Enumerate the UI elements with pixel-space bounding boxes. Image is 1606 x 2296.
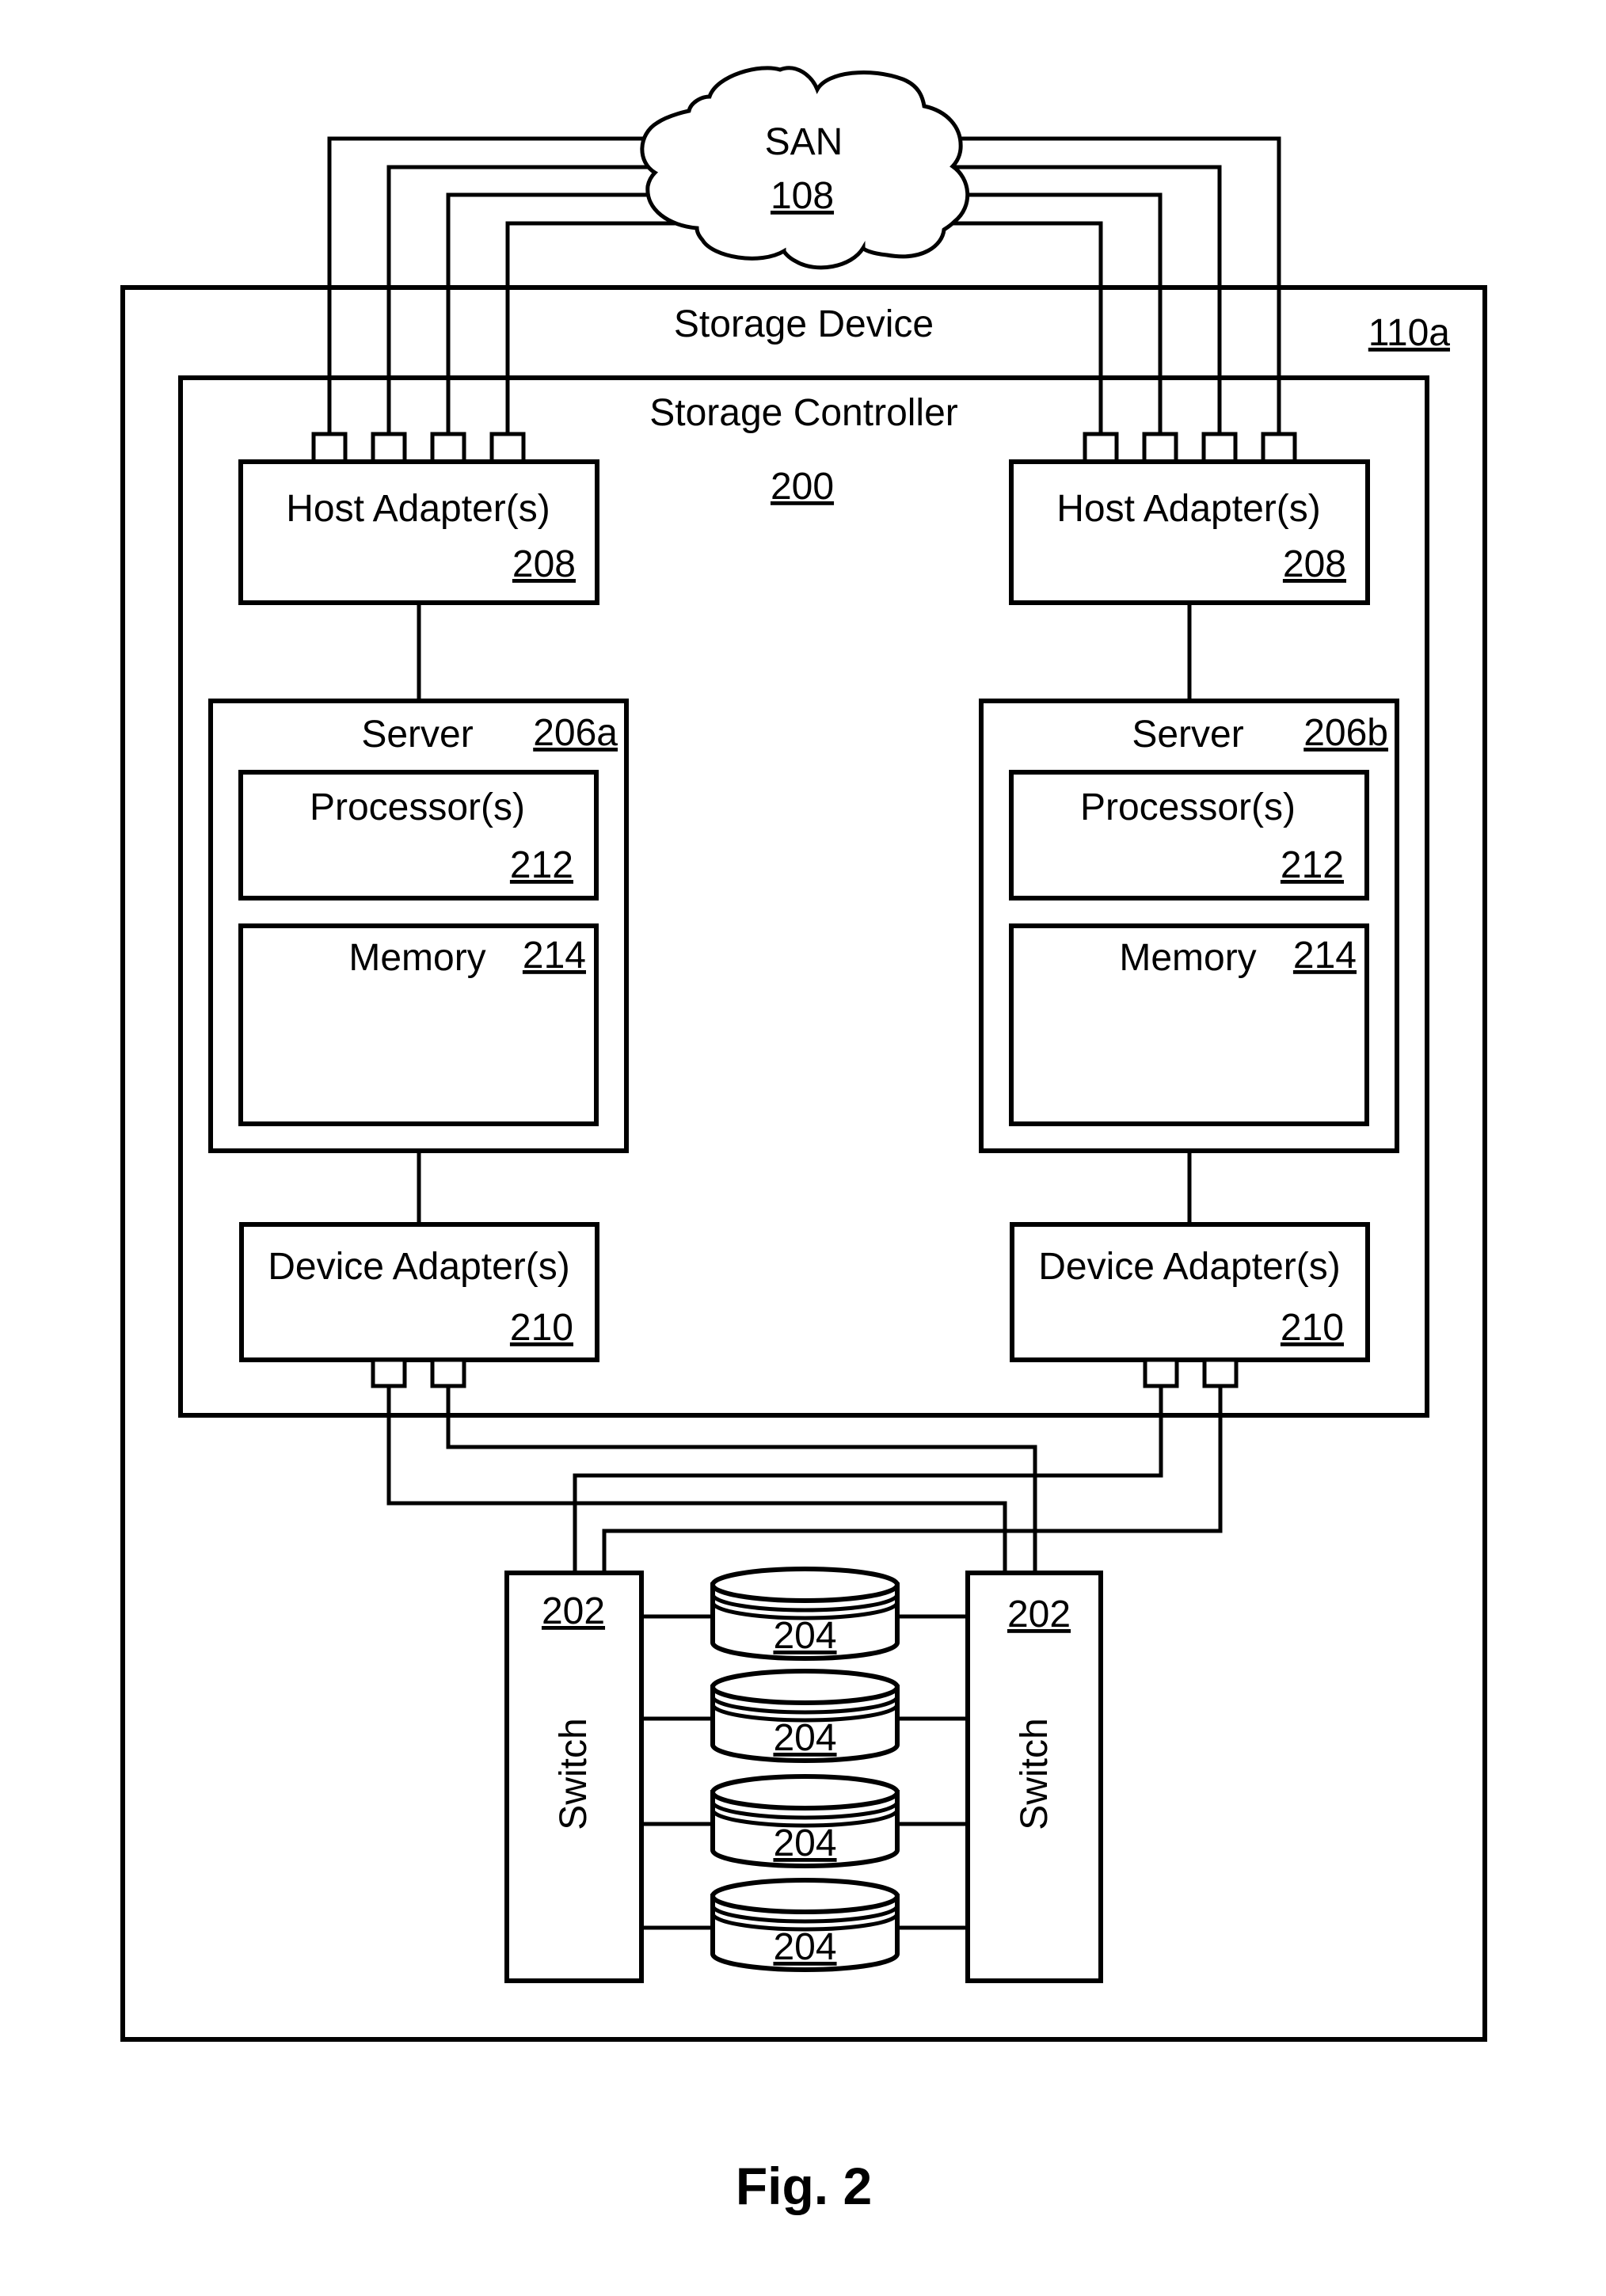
- san-cloud-icon: [640, 66, 970, 270]
- disk-ref: 204: [773, 1615, 836, 1657]
- memory-label: Memory: [348, 937, 485, 979]
- device-adapter-right: Device Adapter(s) 210: [1010, 1222, 1370, 1362]
- host-adapter-label: Host Adapter(s): [286, 488, 550, 530]
- host-adapter-right: Host Adapter(s) 208: [1009, 459, 1370, 605]
- figure-caption: Fig. 2: [736, 2157, 872, 2215]
- server-ref: 206b: [1303, 712, 1388, 754]
- server-left: Server 206a Processor(s) 212 Memory 214: [208, 699, 629, 1153]
- server-label: Server: [361, 714, 473, 756]
- disk-icon: 204: [710, 1669, 900, 1763]
- san-label: SAN: [765, 121, 843, 163]
- port-icon: [311, 432, 348, 464]
- processor-label: Processor(s): [1080, 786, 1296, 828]
- port-icon: [1143, 1357, 1179, 1388]
- disk-icon: 204: [710, 1774, 900, 1868]
- device-adapter-ref: 210: [1281, 1307, 1344, 1349]
- storage-device-ref: 110a: [1368, 312, 1451, 354]
- switch-label: Switch: [1014, 1718, 1056, 1830]
- switch-right: 202 Switch: [965, 1571, 1103, 1983]
- server-ref: 206a: [533, 712, 618, 754]
- storage-device-label: Storage Device: [674, 303, 934, 345]
- memory-label: Memory: [1119, 937, 1256, 979]
- disk-ref: 204: [773, 1822, 836, 1864]
- port-icon: [1083, 432, 1119, 464]
- device-adapter-label: Device Adapter(s): [1038, 1246, 1341, 1288]
- port-icon: [1261, 432, 1297, 464]
- port-icon: [430, 1357, 466, 1388]
- storage-controller-label: Storage Controller: [649, 392, 958, 434]
- port-icon: [430, 432, 466, 464]
- port-icon: [371, 432, 407, 464]
- host-adapter-left: Host Adapter(s) 208: [238, 459, 599, 605]
- device-adapter-ref: 210: [510, 1307, 573, 1349]
- device-adapter-left: Device Adapter(s) 210: [239, 1222, 599, 1362]
- server-right: Server 206b Processor(s) 212 Memory 214: [979, 699, 1399, 1153]
- memory-ref: 214: [1293, 935, 1357, 977]
- disk-ref: 204: [773, 1717, 836, 1759]
- port-icon: [1202, 1357, 1239, 1388]
- port-icon: [1201, 432, 1238, 464]
- processor-ref: 212: [510, 844, 573, 886]
- switch-ref: 202: [1007, 1593, 1071, 1635]
- server-label: Server: [1132, 714, 1243, 756]
- host-adapter-ref: 208: [512, 543, 576, 585]
- disk-icon: 204: [710, 1567, 900, 1661]
- port-icon: [371, 1357, 407, 1388]
- san-ref: 108: [771, 175, 834, 217]
- disk-icon: 204: [710, 1878, 900, 1972]
- host-adapter-label: Host Adapter(s): [1056, 488, 1320, 530]
- host-adapter-ref: 208: [1283, 543, 1346, 585]
- port-icon: [489, 432, 526, 464]
- storage-controller-ref: 200: [771, 466, 834, 508]
- device-adapter-label: Device Adapter(s): [268, 1246, 570, 1288]
- disk-ref: 204: [773, 1926, 836, 1968]
- switch-label: Switch: [553, 1718, 595, 1830]
- processor-label: Processor(s): [310, 786, 525, 828]
- storage-architecture-diagram: Storage Device 110a Storage Controller 2…: [120, 66, 1487, 2215]
- memory-ref: 214: [523, 935, 586, 977]
- port-icon: [1142, 432, 1178, 464]
- processor-ref: 212: [1281, 844, 1344, 886]
- switch-left: 202 Switch: [504, 1571, 644, 1983]
- switch-ref: 202: [542, 1590, 605, 1632]
